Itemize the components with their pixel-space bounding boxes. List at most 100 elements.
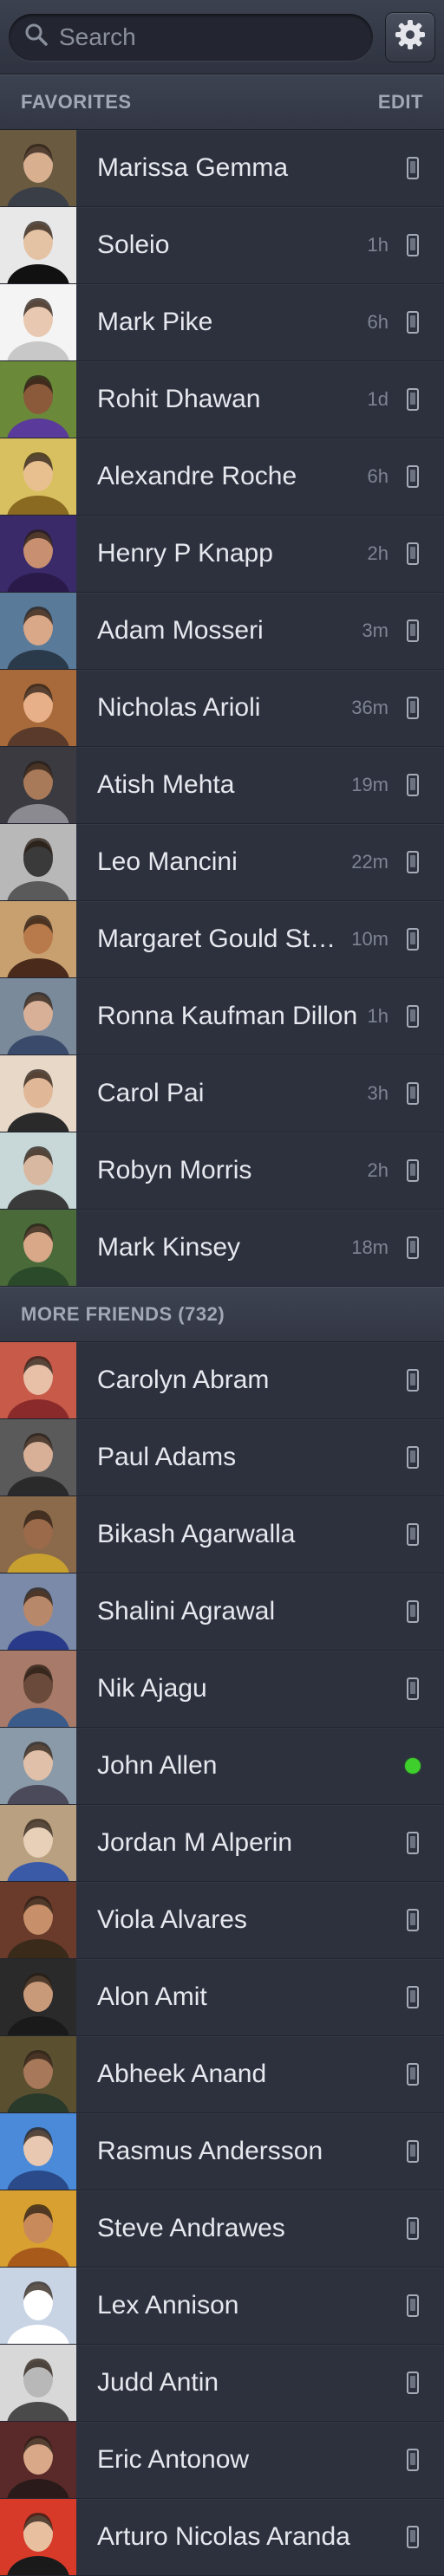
last-active-time: 22m [351,851,388,873]
avatar [0,1132,76,1209]
contact-name: Bikash Agarwalla [97,1520,296,1548]
mobile-phone-icon [395,465,430,488]
contact-row[interactable]: Mark Kinsey 18m [0,1210,444,1287]
last-active-time: 6h [367,311,388,333]
contact-row[interactable]: Robyn Morris 2h [0,1132,444,1210]
mobile-phone-icon [395,1082,430,1105]
mobile-phone-icon [395,851,430,873]
contact-row[interactable]: Eric Antonow [0,2422,444,2499]
avatar [0,747,76,823]
avatar [0,130,76,206]
contact-row[interactable]: Shalini Agrawal [0,1574,444,1651]
avatar [0,978,76,1054]
contact-row[interactable]: Carol Pai 3h [0,1055,444,1132]
contact-name: Judd Antin [97,2368,219,2397]
contact-name: John Allen [97,1751,218,1780]
contact-name: Eric Antonow [97,2445,250,2474]
mobile-phone-icon [395,1523,430,1546]
search-placeholder: Search [59,23,136,50]
last-active-time: 18m [351,1236,388,1258]
last-active-time: 1h [367,1005,388,1027]
contact-row[interactable]: Viola Alvares [0,1882,444,1959]
contact-row[interactable]: Jordan M Alperin [0,1805,444,1882]
contact-row[interactable]: Nicholas Arioli 36m [0,670,444,747]
more-friends-title: MORE FRIENDS (732) [21,1303,225,1325]
avatar [0,516,76,592]
contact-row[interactable]: Mark Pike 6h [0,284,444,361]
contact-row[interactable]: Leo Mancini 22m [0,824,444,901]
avatar [0,1342,76,1418]
search-input[interactable]: Search [9,13,373,61]
mobile-phone-icon [395,2372,430,2394]
contact-row[interactable]: Nik Ajagu [0,1651,444,1728]
contact-row[interactable]: Rasmus Andersson [0,2113,444,2190]
contact-row[interactable]: Abheek Anand [0,2036,444,2113]
avatar [0,1419,76,1496]
last-active-time: 2h [367,1159,388,1181]
contact-name: Robyn Morris [97,1156,252,1184]
last-active-time: 1d [367,388,388,410]
mobile-phone-icon [395,2063,430,2086]
avatar [0,2345,76,2421]
contact-name: Viola Alvares [97,1905,247,1934]
search-icon [24,23,49,51]
contact-row[interactable]: Alon Amit [0,1959,444,2036]
mobile-phone-icon [395,1369,430,1392]
contact-name: Abheek Anand [97,2060,267,2088]
contact-name: Adam Mosseri [97,616,264,645]
settings-button[interactable] [385,11,435,62]
contact-row[interactable]: Soleio 1h [0,207,444,284]
contact-row[interactable]: Arturo Nicolas Aranda [0,2499,444,2576]
avatar [0,1882,76,1958]
contact-row[interactable]: Paul Adams [0,1419,444,1496]
mobile-phone-icon [395,1986,430,2008]
favorites-title: FAVORITES [21,91,132,113]
contact-row[interactable]: Henry P Knapp 2h [0,516,444,593]
contact-row[interactable]: Margaret Gould Stewart 10m [0,901,444,978]
avatar [0,2499,76,2575]
edit-button[interactable]: EDIT [378,91,423,114]
contact-row[interactable]: Marissa Gemma [0,130,444,207]
contact-row[interactable]: Alexandre Roche 6h [0,438,444,516]
avatar [0,1055,76,1132]
mobile-phone-icon [395,2217,430,2240]
mobile-phone-icon [395,234,430,256]
mobile-phone-icon [395,157,430,179]
contact-row[interactable]: Carolyn Abram [0,1342,444,1419]
contact-row[interactable]: Judd Antin [0,2345,444,2422]
contact-name: Rasmus Andersson [97,2137,323,2165]
last-active-time: 10m [351,928,388,950]
contact-row[interactable]: Atish Mehta 19m [0,747,444,824]
more-friends-header: MORE FRIENDS (732) [0,1287,444,1342]
last-active-time: 36m [351,697,388,718]
avatar [0,1574,76,1650]
mobile-phone-icon [395,928,430,951]
top-bar: Search [0,0,444,75]
contact-row[interactable]: Lex Annison [0,2268,444,2345]
contact-row[interactable]: Adam Mosseri 3m [0,593,444,670]
avatar [0,2036,76,2112]
contact-row[interactable]: John Allen [0,1728,444,1805]
mobile-phone-icon [395,1832,430,1854]
mobile-phone-icon [395,2140,430,2163]
contact-name: Rohit Dhawan [97,385,261,413]
contact-row[interactable]: Bikash Agarwalla [0,1496,444,1574]
contact-name: Shalini Agrawal [97,1597,276,1625]
mobile-phone-icon [395,542,430,565]
contact-row[interactable]: Rohit Dhawan 1d [0,361,444,438]
contact-row[interactable]: Ronna Kaufman Dillon 1h [0,978,444,1055]
avatar [0,1805,76,1881]
last-active-time: 3m [362,620,388,641]
contact-name: Lex Annison [97,2291,239,2320]
avatar [0,2422,76,2498]
contact-row[interactable]: Steve Andrawes [0,2190,444,2268]
avatar [0,361,76,438]
gear-icon [394,18,427,55]
mobile-phone-icon [395,697,430,719]
contact-name: Ronna Kaufman Dillon [97,1002,358,1030]
contact-name: Nicholas Arioli [97,693,261,722]
last-active-time: 6h [367,465,388,487]
online-status-icon [395,1758,430,1774]
mobile-phone-icon [395,2294,430,2317]
avatar [0,824,76,900]
